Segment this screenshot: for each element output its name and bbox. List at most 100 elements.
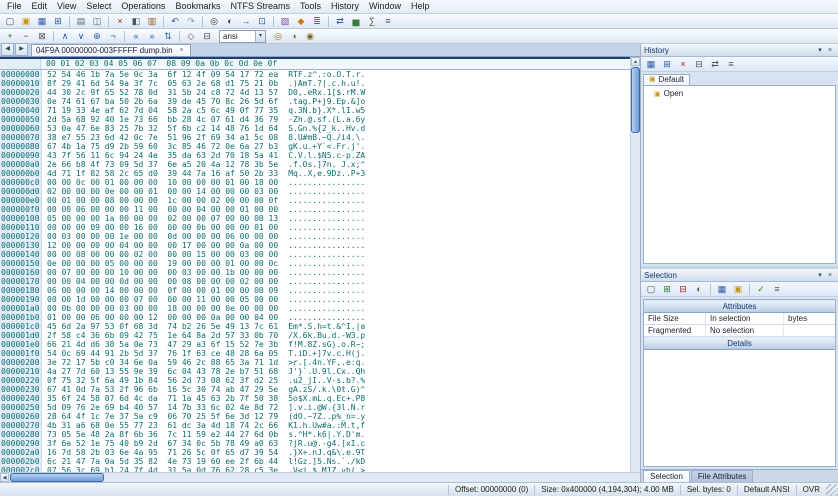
- hex-row-ascii[interactable]: C.V.l.$N5.c-p.ZA: [278, 151, 365, 160]
- hex-row-bytes[interactable]: 2f 58 c4 36 6b 09 42 75 1e 64 8a 2d 57 3…: [42, 331, 278, 340]
- subtract-range-icon[interactable]: ⊟: [675, 282, 691, 297]
- hex-row[interactable]: 00000110 00 00 00 09 00 00 16 00 00 00 0b…: [0, 223, 630, 232]
- bookmarks-icon[interactable]: ◆: [293, 14, 309, 29]
- copy-icon[interactable]: ◧: [128, 14, 144, 29]
- hex-row-ascii[interactable]: q.3N.b}.X*.lI.w5: [278, 106, 365, 115]
- hex-row-bytes[interactable]: 5d 09 76 2e 69 b4 40 57 14 7b 33 6c 02 4…: [42, 403, 278, 412]
- hex-row-bytes[interactable]: 00 00 08 00 00 00 02 00 00 00 15 00 00 0…: [42, 250, 278, 259]
- load-ranges-icon[interactable]: ▣: [730, 282, 746, 297]
- clear-history-icon[interactable]: ×: [675, 57, 691, 72]
- save-file-icon[interactable]: ▦: [34, 14, 50, 29]
- hex-row[interactable]: 000000f0 00 00 06 00 00 00 11 00 00 00 04…: [0, 205, 630, 214]
- menu-operations[interactable]: Operations: [116, 0, 170, 13]
- hex-row-bytes[interactable]: 00 03 00 00 00 1e 00 00 0d 00 00 00 06 0…: [42, 232, 278, 241]
- hex-row-ascii[interactable]: ................: [278, 313, 365, 322]
- new-file-icon[interactable]: ▢: [2, 14, 18, 29]
- history-settings-icon[interactable]: ≡: [723, 57, 739, 72]
- hex-row-ascii[interactable]: ................: [278, 214, 365, 223]
- hex-row-bytes[interactable]: 00 00 06 00 00 00 11 00 00 00 04 00 00 0…: [42, 205, 278, 214]
- redo-icon[interactable]: ↷: [183, 14, 199, 29]
- hex-row-ascii[interactable]: /X.6k.Bu.d.-W3.p: [278, 331, 365, 340]
- or-operation-icon[interactable]: ∨: [73, 29, 89, 44]
- hex-row[interactable]: 00000020 44 30 2c 9f 65 52 78 0d 31 5b 24…: [0, 88, 630, 97]
- select-range-icon[interactable]: ⊡: [254, 14, 270, 29]
- hex-row-bytes[interactable]: 00 00 04 00 00 0d 00 00 00 08 00 00 00 0…: [42, 277, 278, 286]
- statistics-icon[interactable]: ▅: [348, 14, 364, 29]
- hex-row[interactable]: 00000080 67 4b 1a 75 d9 2b 59 60 3c 85 46…: [0, 142, 630, 151]
- hex-row-ascii[interactable]: ................: [278, 205, 365, 214]
- hex-row[interactable]: 00000040 71 19 33 4e af 62 7d 04 58 2a c5…: [0, 106, 630, 115]
- close-icon[interactable]: ×: [825, 272, 835, 279]
- hex-row-bytes[interactable]: 2e 66 b8 4f 73 09 5d 37 6e a5 20 4a 12 7…: [42, 160, 278, 169]
- menu-view[interactable]: View: [52, 0, 81, 13]
- next-document-button[interactable]: ▶: [15, 43, 28, 56]
- save-all-icon[interactable]: ⊞: [50, 14, 66, 29]
- menu-tools[interactable]: Tools: [295, 0, 326, 13]
- byte-order-icon[interactable]: ⇅: [160, 29, 176, 44]
- menu-file[interactable]: File: [2, 0, 27, 13]
- hex-row[interactable]: 000002a0 16 7d 58 2b 03 6e 4a 95 71 26 5c…: [0, 448, 630, 457]
- open-file-icon[interactable]: ▣: [18, 14, 34, 29]
- hex-row-ascii[interactable]: 5o$X.mL.q.Ec+.P8: [278, 394, 365, 403]
- hex-row-ascii[interactable]: RTF.z^.:o.O.T.r.: [278, 70, 365, 79]
- hex-row-ascii[interactable]: .u2_jI..V-s.b?.%: [278, 376, 365, 385]
- hex-row[interactable]: 00000240 35 6f 24 58 07 6d 4c da 71 1a 45…: [0, 394, 630, 403]
- hex-row-bytes[interactable]: 8f 29 41 6d 54 9a 3f 7c 05 63 2e 68 d1 7…: [42, 79, 278, 88]
- cut-icon[interactable]: ×: [112, 14, 128, 29]
- find-icon[interactable]: ◎: [206, 14, 222, 29]
- menu-window[interactable]: Window: [364, 0, 406, 13]
- hex-row[interactable]: 000000a0 2e 66 b8 4f 73 09 5d 37 6e a5 20…: [0, 160, 630, 169]
- hex-row[interactable]: 00000230 67 41 0d 7a 53 2f 96 6b 16 5c 30…: [0, 385, 630, 394]
- close-icon[interactable]: ×: [825, 47, 835, 54]
- add-range-icon[interactable]: ⊞: [659, 282, 675, 297]
- hex-row-ascii[interactable]: >r.[.4n.YF,.e:q.: [278, 358, 365, 367]
- hex-row-ascii[interactable]: Em*.S.h=t.&^I.|a: [278, 322, 365, 331]
- hex-row-bytes[interactable]: 00 00 1d 00 00 00 07 00 00 00 11 00 00 0…: [42, 295, 278, 304]
- hex-row-ascii[interactable]: D0,.eRx.1[$.rM.W: [278, 88, 365, 97]
- prev-document-button[interactable]: ◀: [1, 43, 14, 56]
- modify-bits-icon[interactable]: ⊠: [34, 29, 50, 44]
- hex-row-ascii[interactable]: ................: [278, 178, 365, 187]
- hex-row[interactable]: 000001a0 00 0b 00 00 00 03 00 00 18 00 00…: [0, 304, 630, 313]
- new-range-icon[interactable]: ▢: [643, 282, 659, 297]
- hex-row-ascii[interactable]: ................: [278, 277, 365, 286]
- hex-row-ascii[interactable]: s.^H*.k6|.Y.D'm.: [278, 430, 365, 439]
- hex-row-bytes[interactable]: 67 4b 1a 75 d9 2b 59 60 3c 85 46 72 0e 6…: [42, 142, 278, 151]
- delete-bytes-icon[interactable]: −: [18, 29, 34, 44]
- hex-row-ascii[interactable]: .tag.P+j9.Ep.&]o: [278, 97, 365, 106]
- pattern-search-icon[interactable]: ◉: [302, 29, 318, 44]
- hex-row-bytes[interactable]: 0e 00 00 00 05 00 00 00 19 00 00 00 01 0…: [42, 259, 278, 268]
- hex-row-bytes[interactable]: 35 6f 24 58 07 6d 4c da 71 1a 45 63 2b 7…: [42, 394, 278, 403]
- tab-selection[interactable]: Selection: [643, 470, 690, 482]
- shift-right-icon[interactable]: »: [144, 29, 160, 44]
- hex-row-bytes[interactable]: 00 00 0c 00 01 00 00 00 10 00 00 00 01 0…: [42, 178, 278, 187]
- replace-in-files-icon[interactable]: ◑: [286, 29, 302, 44]
- hex-row-ascii[interactable]: 8.U#mB.~Q./i4.\.: [278, 133, 365, 142]
- structure-viewer-icon[interactable]: ≣: [309, 14, 325, 29]
- hex-row[interactable]: 000000b0 4d 71 1f 82 58 2c 65 d0 39 44 7a…: [0, 169, 630, 178]
- hex-row-ascii[interactable]: ].v.i.@W.{3l.N.r: [278, 403, 365, 412]
- document-tab[interactable]: 04F9A 00000000-003FFFFF dump.bin ×: [31, 44, 191, 56]
- hex-row[interactable]: 00000120 00 03 00 00 00 1e 00 00 0d 00 00…: [0, 232, 630, 241]
- xor-operation-icon[interactable]: ⊕: [89, 29, 105, 44]
- hex-row-bytes[interactable]: 54 0c 69 44 91 2b 5d 37 76 1f 63 ce 48 2…: [42, 349, 278, 358]
- panel-menu-icon[interactable]: ▾: [815, 271, 825, 279]
- hex-row-bytes[interactable]: 53 0a 47 6e 83 25 7b 32 5f 6b c2 14 48 7…: [42, 124, 278, 133]
- hex-row-bytes[interactable]: 00 07 00 00 00 10 00 00 00 03 00 00 1b 0…: [42, 268, 278, 277]
- hex-row-ascii[interactable]: ................: [278, 232, 365, 241]
- settings-icon[interactable]: ≡: [380, 14, 396, 29]
- base-converter-icon[interactable]: ⊟: [199, 29, 215, 44]
- hex-row-ascii[interactable]: .f.Os.]7n. J.x;^: [278, 160, 365, 169]
- hex-row[interactable]: 00000090 43 7f 56 11 6c 94 24 4e 35 da 63…: [0, 151, 630, 160]
- hex-row-bytes[interactable]: 44 30 2c 9f 65 52 78 0d 31 5b 24 c8 72 4…: [42, 88, 278, 97]
- hex-row[interactable]: 00000050 2d 5a 68 92 40 1e 73 66 bb 28 4c…: [0, 115, 630, 124]
- hex-row-ascii[interactable]: gK.u.+Y`<.Fr.j'.: [278, 142, 365, 151]
- hex-row[interactable]: 00000140 00 00 08 00 00 00 02 00 00 00 15…: [0, 250, 630, 259]
- close-icon[interactable]: ×: [178, 47, 186, 54]
- branch-history-icon[interactable]: ⇄: [707, 57, 723, 72]
- details-section-header[interactable]: Details: [644, 337, 835, 350]
- hex-row-ascii[interactable]: ................: [278, 187, 365, 196]
- hex-row-ascii[interactable]: gA.zS/.k.\0t.G)^: [278, 385, 365, 394]
- paste-icon[interactable]: ▥: [144, 14, 160, 29]
- panel-menu-icon[interactable]: ▾: [815, 46, 825, 54]
